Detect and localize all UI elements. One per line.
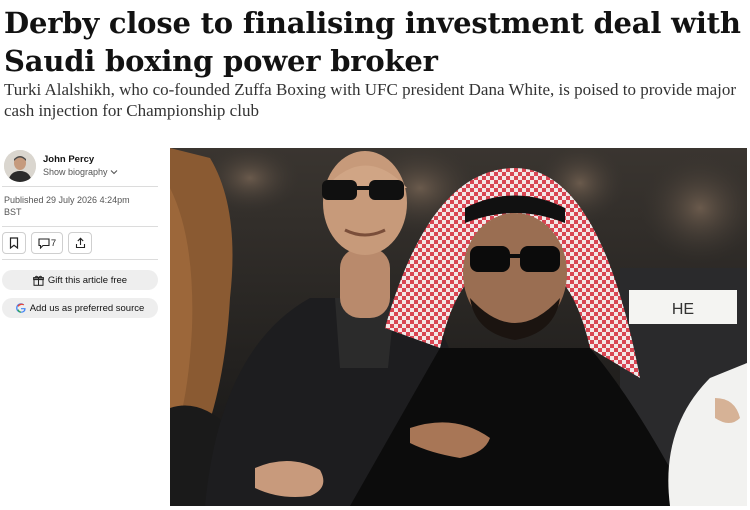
article-headline: Derby close to finalising investment dea…	[4, 6, 741, 78]
comment-icon	[38, 237, 50, 249]
published-date: Published 29 July 2026 4:24pm BST	[0, 187, 160, 226]
author-block: John Percy Show biography	[0, 146, 160, 186]
gift-article-label: Gift this article free	[47, 274, 128, 286]
preferred-source-label: Add us as preferred source	[29, 302, 145, 314]
published-timezone: BST	[4, 207, 22, 217]
article-standfirst: Turki Alalshikh, who co-founded Zuffa Bo…	[4, 80, 737, 120]
google-icon	[15, 303, 26, 313]
chevron-down-icon	[110, 170, 118, 175]
bookmark-button[interactable]	[2, 232, 26, 254]
lead-photo-illustration: HE	[170, 148, 747, 506]
comments-button[interactable]: 7	[31, 232, 63, 254]
gift-article-button[interactable]: Gift this article free	[2, 270, 158, 290]
article-lead-image: HE	[170, 148, 747, 506]
seat-label: HE	[672, 301, 694, 318]
article-actions: 7	[0, 227, 160, 259]
share-button[interactable]	[68, 232, 92, 254]
show-biography-label: Show biography	[43, 167, 108, 177]
comment-count: 7	[50, 237, 57, 249]
author-avatar[interactable]	[4, 150, 36, 182]
bookmark-icon	[9, 237, 19, 249]
article-sidebar: John Percy Show biography Published 29 J…	[0, 146, 160, 318]
preferred-source-button[interactable]: Add us as preferred source	[2, 298, 158, 318]
show-biography-toggle[interactable]: Show biography	[43, 166, 118, 178]
gift-icon	[32, 275, 44, 286]
share-icon	[75, 237, 85, 249]
divider	[2, 259, 158, 260]
published-line: Published 29 July 2026 4:24pm	[4, 195, 130, 205]
author-name[interactable]: John Percy	[43, 154, 118, 166]
